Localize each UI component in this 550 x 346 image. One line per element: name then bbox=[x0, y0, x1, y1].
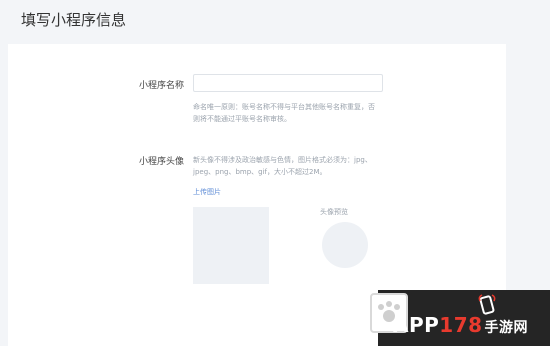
watermark-text: APP178 手游网 bbox=[393, 313, 528, 337]
name-hint-line2: 则将不能通过平账号名称审核。 bbox=[193, 115, 291, 123]
watermark-text-main: APP bbox=[393, 313, 440, 337]
miniprogram-name-label: 小程序名称 bbox=[138, 81, 184, 91]
watermark-text-cn: 手游网 bbox=[484, 320, 529, 336]
phone-icon bbox=[478, 294, 496, 315]
page-header: 填写小程序信息 bbox=[0, 0, 550, 44]
miniprogram-name-input[interactable] bbox=[193, 74, 383, 92]
avatar-preview-label: 头像预览 bbox=[320, 208, 348, 216]
upload-image-link[interactable]: 上传图片 bbox=[193, 187, 221, 197]
avatar-preview-circle bbox=[322, 222, 368, 268]
avatar-upload-area[interactable] bbox=[193, 207, 269, 284]
avatar-hint-line2: jpeg、png、bmp、gif，大小不超过2M。 bbox=[193, 168, 327, 176]
page-title: 填写小程序信息 bbox=[21, 11, 127, 29]
watermark-text-number: 178 bbox=[439, 313, 483, 337]
miniprogram-avatar-label: 小程序头像 bbox=[138, 157, 184, 167]
